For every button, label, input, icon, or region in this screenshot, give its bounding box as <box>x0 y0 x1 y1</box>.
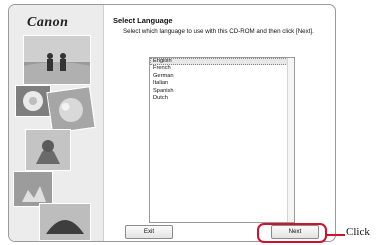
callout-line <box>327 234 345 236</box>
language-list[interactable]: English French German Italian Spanish Du… <box>149 57 295 223</box>
language-option-french[interactable]: French <box>150 65 294 72</box>
click-annotation: Click <box>346 226 370 238</box>
content-area: Select Language Select which language to… <box>113 5 335 241</box>
language-option-italian[interactable]: Italian <box>150 80 294 87</box>
beach-couple-photo <box>23 35 91 85</box>
dog-photo <box>25 129 71 171</box>
flower-bouquet-photo <box>13 171 53 207</box>
language-option-spanish[interactable]: Spanish <box>150 88 294 95</box>
instruction-text: Select which language to use with this C… <box>123 28 314 35</box>
next-button-highlight <box>257 223 327 243</box>
food-photo <box>39 203 91 241</box>
language-option-dutch[interactable]: Dutch <box>150 95 294 102</box>
fruit-photo <box>46 86 96 134</box>
list-scrollbar[interactable] <box>287 58 294 222</box>
installer-window: Canon Select Language Select which langu… <box>8 4 336 242</box>
dialog-title: Select Language <box>113 16 173 25</box>
language-option-english[interactable]: English <box>150 58 294 66</box>
canon-logo: Canon <box>27 15 69 30</box>
flower-photo <box>15 85 51 117</box>
exit-button[interactable]: Exit <box>125 225 173 239</box>
sidebar: Canon <box>9 5 104 241</box>
language-option-german[interactable]: German <box>150 73 294 80</box>
